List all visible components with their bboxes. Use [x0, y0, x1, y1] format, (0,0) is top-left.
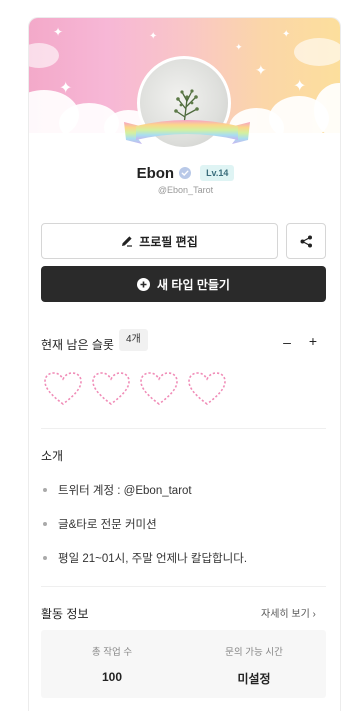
empty-slot-heart-icon	[92, 372, 130, 406]
profile-card: ✦ ✦ ✦ ✦ ✦ ✦ ✦ Ebon Lv.14 @Ebon_Tarot 프로필…	[28, 17, 341, 711]
empty-slot-heart-icon	[188, 372, 226, 406]
stat-total-works: 총 작업 수 100	[41, 630, 183, 684]
intro-item-text: 트위터 계정 : @Ebon_tarot	[58, 485, 192, 497]
plus-circle-icon	[137, 277, 151, 291]
pencil-icon	[122, 236, 133, 247]
rainbow-ribbon-decoration	[124, 120, 250, 144]
bullet-icon	[43, 522, 47, 526]
section-divider	[41, 586, 326, 587]
name-row: Ebon Lv.14	[29, 162, 340, 184]
edit-profile-button[interactable]: 프로필 편집	[41, 223, 278, 259]
profile-name: Ebon	[136, 164, 175, 182]
intro-list-item: 평일 21~01시, 주말 언제나 칼답합니다.	[43, 550, 247, 566]
share-icon	[300, 235, 312, 247]
intro-item-text: 평일 21~01시, 주말 언제나 칼답합니다.	[58, 553, 248, 565]
intro-list-item: 트위터 계정 : @Ebon_tarot	[43, 482, 192, 498]
stat-value: 미설정	[237, 672, 271, 686]
activity-stats: 총 작업 수 100 문의 가능 시간 미설정	[41, 630, 326, 698]
slots-count-badge: 4개	[119, 329, 148, 351]
intro-list-item: 글&타로 전문 커미션	[43, 516, 157, 532]
stat-label: 문의 가능 시간	[225, 647, 283, 658]
stat-inquiry-hours: 문의 가능 시간 미설정	[183, 630, 325, 687]
activity-title: 활동 정보	[41, 607, 89, 621]
create-type-label: 새 타입 만들기	[157, 277, 230, 292]
bullet-icon	[43, 488, 47, 492]
stat-label: 총 작업 수	[91, 647, 133, 658]
slot-hearts	[43, 371, 227, 407]
profile-handle: @Ebon_Tarot	[157, 185, 214, 195]
increment-slots-button[interactable]: +	[305, 333, 321, 349]
intro-item-text: 글&타로 전문 커미션	[58, 519, 157, 531]
slots-label: 현재 남은 슬롯	[41, 338, 114, 352]
verified-badge-icon	[179, 167, 192, 179]
section-divider	[41, 428, 326, 429]
level-badge: Lv.14	[200, 165, 235, 181]
activity-more-link[interactable]: 자세히 보기 ›	[261, 605, 316, 620]
decrement-slots-button[interactable]: –	[279, 334, 295, 350]
empty-slot-heart-icon	[140, 372, 178, 406]
share-button[interactable]	[286, 223, 326, 259]
create-type-button[interactable]: 새 타입 만들기	[41, 266, 326, 302]
bullet-icon	[43, 556, 47, 560]
intro-title: 소개	[41, 449, 64, 463]
edit-profile-label: 프로필 편집	[139, 234, 198, 249]
stat-value: 100	[101, 670, 123, 684]
empty-slot-heart-icon	[44, 372, 82, 406]
